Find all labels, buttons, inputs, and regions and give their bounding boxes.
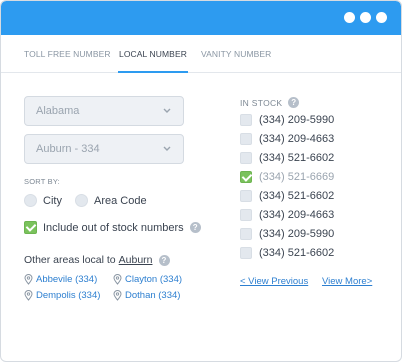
- checkbox-checked[interactable]: [240, 171, 252, 183]
- state-select-value: Alabama: [36, 105, 80, 117]
- sort-city-radio[interactable]: City: [24, 194, 62, 207]
- nearby-area-link[interactable]: Clayton (334): [113, 274, 182, 285]
- help-icon[interactable]: ?: [189, 222, 201, 233]
- nearby-area-link[interactable]: Abbevile (334): [24, 274, 97, 285]
- tab-toll-free-number[interactable]: TOLL FREE NUMBER: [24, 49, 111, 73]
- window-controls: [344, 12, 387, 23]
- window-dot-2[interactable]: [360, 12, 371, 23]
- checkbox[interactable]: [240, 228, 252, 240]
- tab-vanity-number[interactable]: VANITY NUMBER: [201, 49, 271, 73]
- sort-area-code-label: Area Code: [94, 194, 147, 207]
- checkbox[interactable]: [240, 247, 252, 259]
- phone-number-option[interactable]: (334) 521-6602: [240, 190, 334, 202]
- in-stock-label: IN STOCK: [240, 97, 283, 108]
- checkbox[interactable]: [240, 190, 252, 202]
- checkbox-checked[interactable]: [24, 221, 37, 234]
- checkbox[interactable]: [240, 114, 252, 126]
- nearby-area-label: Dothan (334): [125, 290, 181, 301]
- other-areas-heading: Other areas local to Auburn ?: [24, 254, 170, 266]
- view-previous-link[interactable]: < View Previous: [240, 276, 308, 287]
- phone-number-option[interactable]: (334) 521-6602: [240, 152, 334, 164]
- include-out-of-stock-checkbox[interactable]: Include out of stock numbers ?: [24, 221, 201, 234]
- sort-area-code-radio[interactable]: Area Code: [75, 194, 147, 207]
- phone-number-option[interactable]: (334) 209-4663: [240, 133, 334, 145]
- other-areas-prefix: Other areas local to: [24, 254, 116, 266]
- title-bar: [1, 1, 401, 35]
- area-select-value: Auburn - 334: [36, 143, 100, 155]
- area-select[interactable]: Auburn - 334: [24, 134, 184, 164]
- chevron-down-icon: [163, 108, 171, 113]
- phone-number-label: (334) 521-6669: [259, 171, 335, 183]
- include-out-of-stock-label: Include out of stock numbers: [43, 221, 184, 234]
- phone-number-label: (334) 209-5990: [259, 114, 335, 126]
- sort-city-label: City: [43, 194, 62, 207]
- in-stock-heading: IN STOCK ?: [240, 97, 300, 108]
- location-pin-icon: [113, 274, 122, 285]
- phone-number-option-selected[interactable]: (334) 521-6669: [240, 171, 334, 183]
- phone-number-label: (334) 521-6602: [259, 190, 335, 202]
- phone-number-option[interactable]: (334) 209-5990: [240, 114, 334, 126]
- number-picker-window: TOLL FREE NUMBER LOCAL NUMBER VANITY NUM…: [0, 0, 402, 362]
- phone-number-option[interactable]: (334) 209-5990: [240, 228, 334, 240]
- tab-local-number[interactable]: LOCAL NUMBER: [118, 49, 188, 73]
- tab-bar: TOLL FREE NUMBER LOCAL NUMBER VANITY NUM…: [1, 35, 401, 73]
- help-icon[interactable]: ?: [158, 254, 170, 266]
- phone-number-label: (334) 209-5990: [259, 228, 335, 240]
- chevron-down-icon: [163, 146, 171, 151]
- phone-number-option[interactable]: (334) 521-6602: [240, 247, 334, 259]
- view-more-link[interactable]: View More>: [322, 276, 372, 287]
- location-pin-icon: [113, 290, 122, 301]
- phone-number-label: (334) 521-6602: [259, 247, 335, 259]
- window-dot-1[interactable]: [344, 12, 355, 23]
- window-dot-3[interactable]: [376, 12, 387, 23]
- current-city-link[interactable]: Auburn: [119, 254, 153, 266]
- phone-number-option[interactable]: (334) 209-4663: [240, 209, 334, 221]
- nearby-area-label: Dempolis (334): [36, 290, 101, 301]
- nearby-area-link[interactable]: Dempolis (334): [24, 290, 100, 301]
- nearby-area-link[interactable]: Dothan (334): [113, 290, 180, 301]
- radio-circle[interactable]: [75, 194, 88, 207]
- nearby-area-label: Clayton (334): [125, 274, 183, 285]
- phone-number-label: (334) 209-4663: [259, 133, 335, 145]
- location-pin-icon: [24, 274, 33, 285]
- checkbox[interactable]: [240, 209, 252, 221]
- checkbox[interactable]: [240, 133, 252, 145]
- phone-number-label: (334) 521-6602: [259, 152, 335, 164]
- radio-circle[interactable]: [24, 194, 37, 207]
- sort-by-label: SORT BY:: [24, 177, 60, 186]
- phone-number-label: (334) 209-4663: [259, 209, 335, 221]
- nearby-area-label: Abbevile (334): [36, 274, 98, 285]
- location-pin-icon: [24, 290, 33, 301]
- help-icon[interactable]: ?: [288, 97, 300, 108]
- state-select[interactable]: Alabama: [24, 96, 184, 126]
- checkbox[interactable]: [240, 152, 252, 164]
